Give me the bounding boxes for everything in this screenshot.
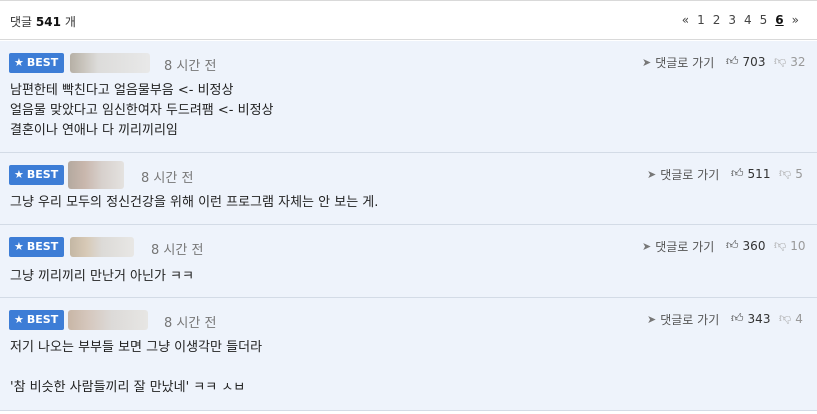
like-button[interactable]: 👍︎ 703 xyxy=(726,54,765,69)
like-button[interactable]: 👍︎ 343 xyxy=(731,311,770,326)
thumbs-down-icon: 👎︎ xyxy=(774,54,787,68)
pager-page-2[interactable]: 2 xyxy=(709,13,725,27)
reply-link[interactable]: ➤ 댓글로 가기 xyxy=(647,311,719,328)
dislike-count: 32 xyxy=(790,54,806,69)
pager-prev[interactable]: « xyxy=(678,13,693,27)
best-badge-label: BEST xyxy=(26,313,59,326)
pager-page-5[interactable]: 5 xyxy=(756,13,772,27)
like-count: 343 xyxy=(747,311,771,326)
pagination: « 1 2 3 4 5 6 » xyxy=(678,13,803,27)
thumbs-down-icon: 👎︎ xyxy=(774,238,787,252)
send-arrow-icon: ➤ xyxy=(647,168,657,181)
reply-link-label: 댓글로 가기 xyxy=(655,240,715,254)
best-badge: ★ BEST xyxy=(9,310,65,330)
best-badge-label: BEST xyxy=(26,56,59,69)
comment-item: ★ BEST 8 시간 전 ➤ 댓글로 가기 👍︎ 511 👎︎ 5 그냥 우리… xyxy=(0,153,817,225)
comment-time: 8 시간 전 xyxy=(151,243,204,258)
comment-line: 얼음물 맞았다고 임신한여자 두드려팸 <- 비정상 xyxy=(10,103,274,118)
thumbs-down-icon: 👎︎ xyxy=(779,166,792,180)
like-count: 511 xyxy=(747,166,771,181)
comment-item: ★ BEST 8 시간 전 ➤ 댓글로 가기 👍︎ 343 👎︎ 4 저기 나오… xyxy=(0,298,817,411)
comment-time: 8 시간 전 xyxy=(164,59,217,74)
comment-header: 댓글 541 개 « 1 2 3 4 5 6 » xyxy=(0,0,817,40)
like-count: 703 xyxy=(742,54,766,69)
comment-section: 댓글 541 개 « 1 2 3 4 5 6 » ★ BEST 8 시간 전 ➤… xyxy=(0,0,817,414)
send-arrow-icon: ➤ xyxy=(642,56,652,69)
dislike-button[interactable]: 👎︎ 4 xyxy=(779,311,803,326)
dislike-count: 5 xyxy=(795,166,803,181)
comment-count-unit: 개 xyxy=(64,15,76,29)
thumbs-up-icon: 👍︎ xyxy=(731,311,744,325)
comment-list: ★ BEST 8 시간 전 ➤ 댓글로 가기 👍︎ 703 👎︎ 32 남편한테… xyxy=(0,41,817,411)
comment-line: 저기 나오는 부부들 보면 그냥 이생각만 들더라 xyxy=(10,340,263,355)
best-badge: ★ BEST xyxy=(9,53,65,73)
author-avatar-blurred xyxy=(70,53,150,73)
thumbs-up-icon: 👍︎ xyxy=(726,54,739,68)
like-button[interactable]: 👍︎ 511 xyxy=(731,166,770,181)
star-icon: ★ xyxy=(14,56,24,69)
author-avatar-blurred xyxy=(70,237,134,257)
send-arrow-icon: ➤ xyxy=(647,313,657,326)
comment-item: ★ BEST 8 시간 전 ➤ 댓글로 가기 👍︎ 703 👎︎ 32 남편한테… xyxy=(0,41,817,153)
comment-line: 그냥 끼리끼리 만난거 아닌가 ㅋㅋ xyxy=(10,269,194,284)
star-icon: ★ xyxy=(14,168,24,181)
star-icon: ★ xyxy=(14,313,24,326)
comment-line: 그냥 우리 모두의 정신건강을 위해 이런 프로그램 자체는 안 보는 게. xyxy=(10,195,379,210)
best-badge-label: BEST xyxy=(26,168,59,181)
comment-body: 저기 나오는 부부들 보면 그냥 이생각만 들더라 '참 비슷한 사람들끼리 잘… xyxy=(10,338,262,398)
author-avatar-blurred xyxy=(68,161,124,189)
dislike-button[interactable]: 👎︎ 32 xyxy=(774,54,805,69)
thumbs-up-icon: 👍︎ xyxy=(726,238,739,252)
dislike-button[interactable]: 👎︎ 10 xyxy=(774,238,805,253)
comment-line xyxy=(10,358,262,378)
comment-count: 댓글 541 개 xyxy=(10,13,76,30)
comment-body: 그냥 끼리끼리 만난거 아닌가 ㅋㅋ xyxy=(10,267,194,287)
dislike-button[interactable]: 👎︎ 5 xyxy=(779,166,803,181)
reply-link[interactable]: ➤ 댓글로 가기 xyxy=(642,54,714,71)
best-badge: ★ BEST xyxy=(9,165,65,185)
comment-count-value: 541 xyxy=(35,15,61,29)
like-button[interactable]: 👍︎ 360 xyxy=(726,238,765,253)
comment-body: 남편한테 빡친다고 얼음물부음 <- 비정상 얼음물 맞았다고 임신한여자 두드… xyxy=(10,81,274,141)
thumbs-up-icon: 👍︎ xyxy=(731,166,744,180)
comment-item: ★ BEST 8 시간 전 ➤ 댓글로 가기 👍︎ 360 👎︎ 10 그냥 끼… xyxy=(0,225,817,298)
comment-count-label: 댓글 xyxy=(10,15,33,29)
pager-page-1[interactable]: 1 xyxy=(693,13,709,27)
comment-time: 8 시간 전 xyxy=(141,171,194,186)
comment-line: '참 비슷한 사람들끼리 잘 만났네' ㅋㅋ ㅅㅂ xyxy=(10,380,246,395)
send-arrow-icon: ➤ xyxy=(642,240,652,253)
best-badge: ★ BEST xyxy=(9,237,65,257)
pager-page-3[interactable]: 3 xyxy=(724,13,740,27)
dislike-count: 4 xyxy=(795,311,803,326)
author-avatar-blurred xyxy=(68,310,148,330)
reply-link[interactable]: ➤ 댓글로 가기 xyxy=(647,166,719,183)
reply-link[interactable]: ➤ 댓글로 가기 xyxy=(642,238,714,255)
best-badge-label: BEST xyxy=(26,240,59,253)
pager-page-6-current[interactable]: 6 xyxy=(771,13,787,27)
dislike-count: 10 xyxy=(790,238,806,253)
comment-line: 결혼이나 연애나 다 끼리끼리임 xyxy=(10,123,178,138)
like-count: 360 xyxy=(742,238,766,253)
pager-next[interactable]: » xyxy=(788,13,803,27)
reply-link-label: 댓글로 가기 xyxy=(655,56,715,70)
comment-line: 남편한테 빡친다고 얼음물부음 <- 비정상 xyxy=(10,83,234,98)
star-icon: ★ xyxy=(14,240,24,253)
comment-time: 8 시간 전 xyxy=(164,316,217,331)
thumbs-down-icon: 👎︎ xyxy=(779,311,792,325)
comment-body: 그냥 우리 모두의 정신건강을 위해 이런 프로그램 자체는 안 보는 게. xyxy=(10,193,378,213)
pager-page-4[interactable]: 4 xyxy=(740,13,756,27)
reply-link-label: 댓글로 가기 xyxy=(660,168,720,182)
reply-link-label: 댓글로 가기 xyxy=(660,313,720,327)
